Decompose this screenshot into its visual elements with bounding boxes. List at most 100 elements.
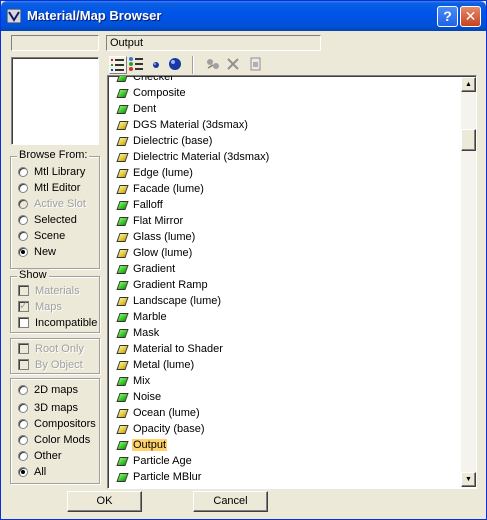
list-item[interactable]: Dent	[116, 101, 270, 117]
help-button[interactable]: ?	[437, 6, 458, 27]
yellow-material-icon	[116, 424, 129, 434]
list-item[interactable]: Marble	[116, 309, 270, 325]
list-item[interactable]: Dielectric Material (3dsmax)	[116, 149, 270, 165]
scroll-up-arrow-icon[interactable]: ▲	[461, 77, 476, 92]
close-button[interactable]: ✕	[460, 6, 481, 27]
list-item[interactable]: Mask	[116, 325, 270, 341]
list-item[interactable]: Particle MBlur	[116, 469, 270, 485]
list-item-label: DGS Material (3dsmax)	[133, 119, 248, 131]
list-item[interactable]: Composite	[116, 85, 270, 101]
list-item[interactable]: Glow (lume)	[116, 245, 270, 261]
map-list-items: Checker Composite Dent DGS Material (3dsmax…	[116, 75, 270, 485]
list-item[interactable]: Edge (lume)	[116, 165, 270, 181]
list-item[interactable]: Opacity (base)	[116, 421, 270, 437]
radio-icon[interactable]	[18, 166, 28, 177]
radio-selected-icon[interactable]	[18, 246, 28, 257]
list-item[interactable]: Flat Mirror	[116, 213, 270, 229]
list-view-icon[interactable]	[109, 56, 127, 74]
scene-radio[interactable]: Scene	[18, 228, 65, 243]
list-item[interactable]: Glass (lume)	[116, 229, 270, 245]
green-map-icon	[116, 216, 129, 226]
mtl-library-radio[interactable]: Mtl Library	[18, 164, 85, 179]
browse-from-label: Browse From:	[17, 149, 90, 161]
mtl-editor-radio[interactable]: Mtl Editor	[18, 180, 80, 195]
list-item[interactable]: Noise	[116, 389, 270, 405]
3dsmax-app-icon	[7, 9, 21, 23]
list-item-label: Gradient	[133, 263, 176, 275]
show-label: Show	[17, 269, 49, 281]
radio-icon[interactable]	[18, 214, 28, 225]
color-mods-radio[interactable]: Color Mods	[18, 432, 90, 447]
list-item-label: Glow (lume)	[133, 247, 193, 259]
list-item-label: Flat Mirror	[133, 215, 184, 227]
list-item[interactable]: Metal (lume)	[116, 357, 270, 373]
list-item[interactable]: Material to Shader	[116, 341, 270, 357]
name-field[interactable]	[11, 35, 99, 51]
delete-icon[interactable]	[225, 56, 243, 74]
list-item-label: Particle MBlur	[133, 471, 202, 483]
list-item[interactable]: Ocean (lume)	[116, 405, 270, 421]
toolbar	[107, 54, 477, 76]
list-item-label: Metal (lume)	[133, 359, 195, 371]
3d-maps-radio[interactable]: 3D maps	[18, 400, 78, 415]
radio-icon[interactable]	[18, 230, 28, 241]
root-only-checkbox: Root Only	[18, 341, 84, 356]
selected-radio[interactable]: Selected	[18, 212, 77, 227]
all-radio[interactable]: All	[18, 464, 46, 479]
list-view-glyph	[111, 59, 124, 71]
ok-button[interactable]: OK	[67, 491, 142, 512]
maps-checkbox: ✓ Maps	[18, 300, 62, 313]
map-type-group: 2D maps 3D maps Compositors Color Mods O…	[10, 378, 100, 484]
compositors-radio[interactable]: Compositors	[18, 416, 96, 431]
update-scene-icon[interactable]	[205, 56, 223, 74]
new-radio[interactable]: New	[18, 244, 56, 259]
large-sphere-icon[interactable]	[167, 56, 185, 74]
radio-icon[interactable]	[18, 182, 28, 193]
small-sphere-icon[interactable]	[148, 56, 166, 74]
list-item-label: Landscape (lume)	[133, 295, 222, 307]
green-map-icon	[116, 440, 129, 450]
incompatible-checkbox[interactable]: Incompatible	[18, 315, 97, 330]
radio-icon[interactable]	[18, 384, 28, 395]
list-item[interactable]: Checker	[116, 75, 270, 85]
cancel-button[interactable]: Cancel	[193, 491, 268, 512]
green-map-icon	[116, 392, 129, 402]
radio-icon[interactable]	[18, 402, 28, 413]
list-item-label: Marble	[133, 311, 167, 323]
list-item[interactable]: Gradient	[116, 261, 270, 277]
clear-library-icon[interactable]	[247, 56, 265, 74]
radio-selected-icon[interactable]	[18, 466, 28, 477]
checkmark-icon: ✓	[18, 300, 29, 312]
list-item-label: Ocean (lume)	[133, 407, 200, 419]
map-list[interactable]: Checker Composite Dent DGS Material (3dsmax…	[107, 75, 477, 489]
list-item[interactable]: DGS Material (3dsmax)	[116, 117, 270, 133]
checkbox-icon[interactable]	[18, 317, 29, 328]
other-radio[interactable]: Other	[18, 448, 62, 463]
list-item[interactable]: Landscape (lume)	[116, 293, 270, 309]
active-slot-radio: Active Slot	[18, 196, 86, 211]
list-item-label: Mix	[133, 375, 151, 387]
radio-icon[interactable]	[18, 434, 28, 445]
list-icons-view-icon[interactable]	[128, 56, 146, 74]
radio-icon[interactable]	[18, 418, 28, 429]
list-item[interactable]: Output	[116, 437, 270, 453]
scroll-thumb[interactable]	[461, 129, 476, 151]
list-item[interactable]: Particle Age	[116, 453, 270, 469]
list-item[interactable]: Falloff	[116, 197, 270, 213]
list-item-label: Checker	[133, 75, 174, 83]
list-item[interactable]: Gradient Ramp	[116, 277, 270, 293]
list-icons-glyph	[129, 57, 143, 71]
list-item[interactable]: Dielectric (base)	[116, 133, 270, 149]
yellow-material-icon	[116, 152, 129, 162]
list-item-label: Particle Age	[133, 455, 192, 467]
2d-maps-radio[interactable]: 2D maps	[18, 382, 78, 397]
yellow-material-icon	[116, 168, 129, 178]
list-item[interactable]: Facade (lume)	[116, 181, 270, 197]
yellow-material-icon	[116, 248, 129, 258]
scroll-down-arrow-icon[interactable]: ▼	[461, 472, 476, 487]
vertical-scrollbar[interactable]: ▲ ▼	[461, 77, 476, 487]
title-bar[interactable]: Material/Map Browser ? ✕	[1, 1, 486, 31]
radio-icon[interactable]	[18, 450, 28, 461]
list-item[interactable]: Mix	[116, 373, 270, 389]
green-map-icon	[116, 264, 129, 274]
